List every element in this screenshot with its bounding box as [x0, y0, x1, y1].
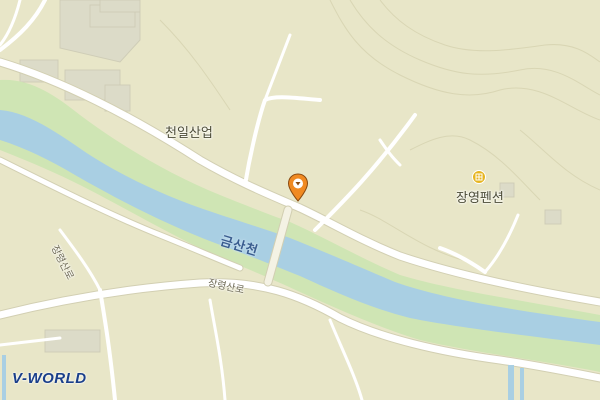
map-view[interactable]: 천일산업 장영펜션 금산천 장령산로 장령산로 V-WORLD	[0, 0, 600, 400]
lodging-icon[interactable]	[472, 170, 486, 184]
place-label-pension: 장영펜션	[456, 191, 504, 206]
place-label-company: 천일산업	[165, 126, 213, 141]
logo-text: V-WORLD	[12, 369, 87, 387]
location-pin-icon[interactable]	[287, 173, 309, 203]
vworld-logo: V-WORLD	[12, 369, 87, 387]
